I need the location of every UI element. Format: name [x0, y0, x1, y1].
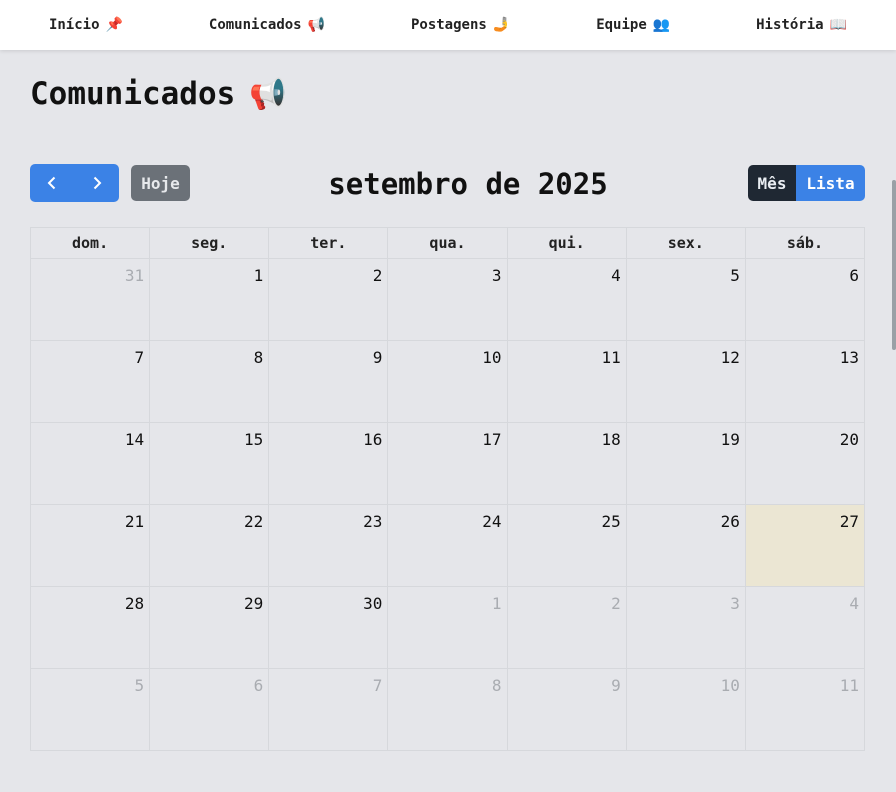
- calendar-day-other-month[interactable]: 7: [268, 668, 389, 751]
- calendar-day-other-month[interactable]: 11: [744, 668, 866, 751]
- calendar-day[interactable]: 28: [29, 586, 151, 669]
- calendar-week-row: 31 1 2 3 4 5 6: [29, 258, 866, 341]
- calendar-day[interactable]: 11: [506, 340, 627, 423]
- weekday-header: sáb.: [744, 227, 866, 259]
- calendar-day-other-month[interactable]: 9: [506, 668, 627, 751]
- calendar-week-row: 7 8 9 10 11 12 13: [29, 340, 866, 423]
- selfie-icon: 🤳: [492, 17, 511, 33]
- calendar-day[interactable]: 22: [149, 504, 270, 587]
- calendar-day[interactable]: 24: [387, 504, 508, 587]
- calendar-day-other-month[interactable]: 8: [387, 668, 508, 751]
- calendar-day[interactable]: 18: [506, 422, 627, 505]
- calendar-day[interactable]: 23: [268, 504, 389, 587]
- calendar-day[interactable]: 29: [149, 586, 270, 669]
- calendar-day[interactable]: 16: [268, 422, 389, 505]
- calendar-day[interactable]: 25: [506, 504, 627, 587]
- chevron-right-icon: [93, 176, 102, 190]
- view-month-button[interactable]: Mês: [748, 165, 796, 201]
- calendar-day[interactable]: 2: [268, 258, 389, 341]
- next-month-button[interactable]: [74, 164, 119, 202]
- calendar-day[interactable]: 6: [744, 258, 866, 341]
- weekday-header: ter.: [268, 227, 389, 259]
- nav-link-historia[interactable]: História 📖: [756, 17, 847, 33]
- weekday-header: qua.: [387, 227, 508, 259]
- calendar-day[interactable]: 19: [625, 422, 746, 505]
- scrollbar-thumb[interactable]: [892, 180, 896, 350]
- nav-label: Equipe: [596, 17, 647, 33]
- calendar-day-other-month[interactable]: 10: [625, 668, 746, 751]
- weekday-header: qui.: [506, 227, 627, 259]
- calendar-day-other-month[interactable]: 3: [625, 586, 746, 669]
- calendar-day[interactable]: 14: [29, 422, 151, 505]
- calendar-day[interactable]: 7: [29, 340, 151, 423]
- top-navigation: Início 📌 Comunicados 📢 Postagens 🤳 Equip…: [0, 0, 896, 50]
- nav-link-inicio[interactable]: Início 📌: [49, 17, 123, 33]
- prev-month-button[interactable]: [30, 164, 75, 202]
- view-list-button[interactable]: Lista: [796, 165, 865, 201]
- nav-label: Postagens: [410, 17, 487, 33]
- open-book-icon: 📖: [829, 17, 847, 33]
- calendar-day-other-month[interactable]: 2: [506, 586, 627, 669]
- nav-label: Comunicados: [208, 17, 302, 33]
- pushpin-icon: 📌: [105, 17, 123, 33]
- nav-link-comunicados[interactable]: Comunicados 📢: [209, 17, 325, 33]
- megaphone-icon: 📢: [249, 76, 287, 112]
- weekday-header: sex.: [625, 227, 746, 259]
- calendar-week-row: 14 15 16 17 18 19 20: [29, 422, 866, 505]
- calendar-week-row: 5 6 7 8 9 10 11: [29, 668, 866, 751]
- calendar-day-other-month[interactable]: 4: [744, 586, 866, 669]
- calendar-day[interactable]: 20: [744, 422, 866, 505]
- calendar-day[interactable]: 26: [625, 504, 746, 587]
- calendar-nav-buttons: [30, 164, 119, 202]
- calendar-day[interactable]: 12: [625, 340, 746, 423]
- calendar-day[interactable]: 5: [625, 258, 746, 341]
- calendar-week-row: 28 29 30 1 2 3 4: [29, 586, 866, 669]
- page-title: Comunicados 📢: [30, 76, 287, 112]
- weekday-header-row: dom. seg. ter. qua. qui. sex. sáb.: [29, 227, 866, 259]
- weekday-header: seg.: [149, 227, 270, 259]
- calendar-day[interactable]: 13: [744, 340, 866, 423]
- calendar-day-other-month[interactable]: 5: [29, 668, 151, 751]
- calendar-day[interactable]: 10: [387, 340, 508, 423]
- calendar-day-other-month[interactable]: 6: [149, 668, 270, 751]
- calendar-day[interactable]: 1: [149, 258, 270, 341]
- nav-link-equipe[interactable]: Equipe 👥: [596, 17, 670, 33]
- nav-label: Início: [48, 17, 100, 33]
- page-title-text: Comunicados: [30, 76, 236, 112]
- calendar-day-other-month[interactable]: 1: [387, 586, 508, 669]
- calendar-day[interactable]: 21: [29, 504, 151, 587]
- weekday-header: dom.: [29, 227, 151, 259]
- calendar-day[interactable]: 8: [149, 340, 270, 423]
- calendar-day[interactable]: 4: [506, 258, 627, 341]
- calendar-day-today[interactable]: 27: [744, 504, 866, 587]
- people-icon: 👥: [652, 17, 671, 33]
- calendar-day[interactable]: 15: [149, 422, 270, 505]
- calendar-day-other-month[interactable]: 31: [29, 258, 151, 341]
- chevron-left-icon: [47, 176, 56, 190]
- calendar-body: 31 1 2 3 4 5 6 7 8 9 10 11 12 13 14 15 16 17 18 19 20 21 22 23 2…: [29, 258, 866, 751]
- nav-label: História: [756, 17, 824, 33]
- calendar-week-row: 21 22 23 24 25 26 27: [29, 504, 866, 587]
- view-switcher: Mês Lista: [748, 165, 865, 201]
- nav-link-postagens[interactable]: Postagens 🤳: [411, 17, 510, 33]
- calendar-day[interactable]: 3: [387, 258, 508, 341]
- megaphone-icon: 📢: [307, 17, 326, 33]
- month-calendar-grid: dom. seg. ter. qua. qui. sex. sáb. 31 1 2 3 4 5 6 7 8 9…: [29, 227, 866, 751]
- today-button[interactable]: Hoje: [131, 165, 190, 201]
- calendar-day[interactable]: 9: [268, 340, 389, 423]
- calendar-day[interactable]: 30: [268, 586, 389, 669]
- calendar-day[interactable]: 17: [387, 422, 508, 505]
